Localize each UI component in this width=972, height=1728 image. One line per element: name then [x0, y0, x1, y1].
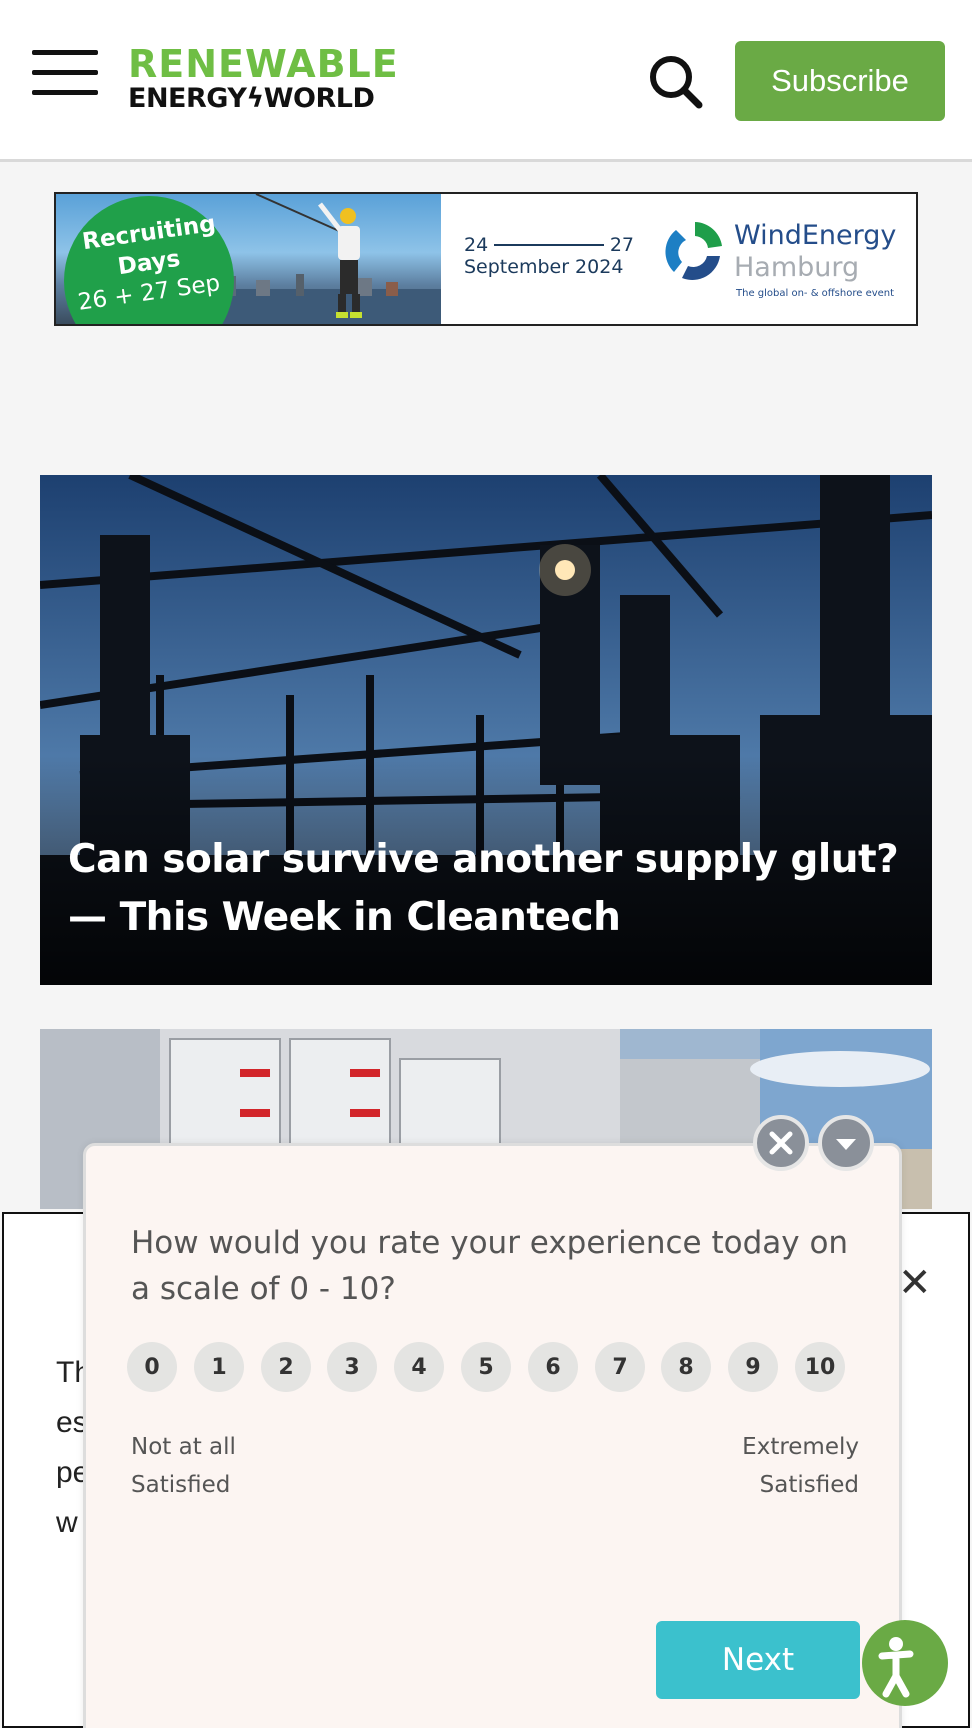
rating-option-9[interactable]: 9	[728, 1342, 778, 1392]
date-start: 24	[464, 234, 489, 256]
site-header: RENEWABLE ENERGYϟWORLD Subscribe	[0, 0, 972, 162]
worker-figure	[318, 202, 362, 318]
rating-option-10[interactable]: 10	[795, 1342, 845, 1392]
rating-option-3[interactable]: 3	[327, 1342, 377, 1392]
scale-low-label-line1: Not at all	[131, 1434, 236, 1460]
search-icon[interactable]	[646, 52, 706, 112]
rating-option-7[interactable]: 7	[595, 1342, 645, 1392]
subscribe-button[interactable]: Subscribe	[735, 41, 945, 121]
rating-option-2[interactable]: 2	[261, 1342, 311, 1392]
accessibility-button[interactable]	[862, 1620, 948, 1706]
date-month: September 2024	[464, 256, 624, 278]
scale-high-label-line1: Extremely	[742, 1434, 859, 1460]
close-icon[interactable]: ✕	[898, 1260, 932, 1306]
event-tagline: The global on- & offshore event	[736, 288, 895, 299]
accessibility-icon	[878, 1637, 914, 1698]
survey-question: How would you rate your experience today…	[131, 1225, 849, 1307]
bolt-icon: ϟ	[246, 83, 264, 114]
satisfaction-survey: How would you rate your experience today…	[83, 1143, 902, 1728]
rating-scale: 0 1 2 3 4 5 6 7 8 9 10	[127, 1342, 847, 1394]
survey-close-button[interactable]	[753, 1115, 809, 1171]
rating-option-4[interactable]: 4	[394, 1342, 444, 1392]
rating-option-1[interactable]: 1	[194, 1342, 244, 1392]
event-city: Hamburg	[734, 252, 860, 283]
caret-down-icon	[836, 1139, 856, 1150]
next-button[interactable]: Next	[656, 1621, 860, 1699]
article-card[interactable]: Can solar survive another supply glut? —…	[40, 475, 932, 985]
logo-text-energy: ENERGY	[128, 83, 247, 114]
windenergy-logo-icon	[665, 222, 722, 280]
rating-option-8[interactable]: 8	[661, 1342, 711, 1392]
event-dates: 24 27 September 2024	[464, 234, 634, 278]
survey-collapse-button[interactable]	[818, 1115, 874, 1171]
close-icon	[769, 1131, 793, 1155]
site-logo[interactable]: RENEWABLE ENERGYϟWORLD	[128, 44, 448, 116]
rating-option-6[interactable]: 6	[528, 1342, 578, 1392]
rating-option-0[interactable]: 0	[127, 1342, 177, 1392]
logo-text-top: RENEWABLE	[128, 42, 399, 86]
rating-option-5[interactable]: 5	[461, 1342, 511, 1392]
scale-low-label: Not at all Satisfied	[131, 1428, 236, 1504]
event-name: WindEnergy	[734, 220, 897, 251]
menu-icon[interactable]	[32, 50, 98, 96]
article-title[interactable]: Can solar survive another supply glut? —…	[68, 831, 908, 947]
scale-high-label: Extremely Satisfied	[742, 1428, 859, 1504]
banner-ad[interactable]: Recruiting Days 26 + 27 Sep 24 27 Septemb…	[54, 192, 918, 326]
scale-low-label-line2: Satisfied	[131, 1472, 231, 1498]
date-end: 27	[609, 234, 634, 256]
logo-text-world: WORLD	[263, 83, 375, 114]
scale-high-label-line2: Satisfied	[759, 1472, 859, 1498]
